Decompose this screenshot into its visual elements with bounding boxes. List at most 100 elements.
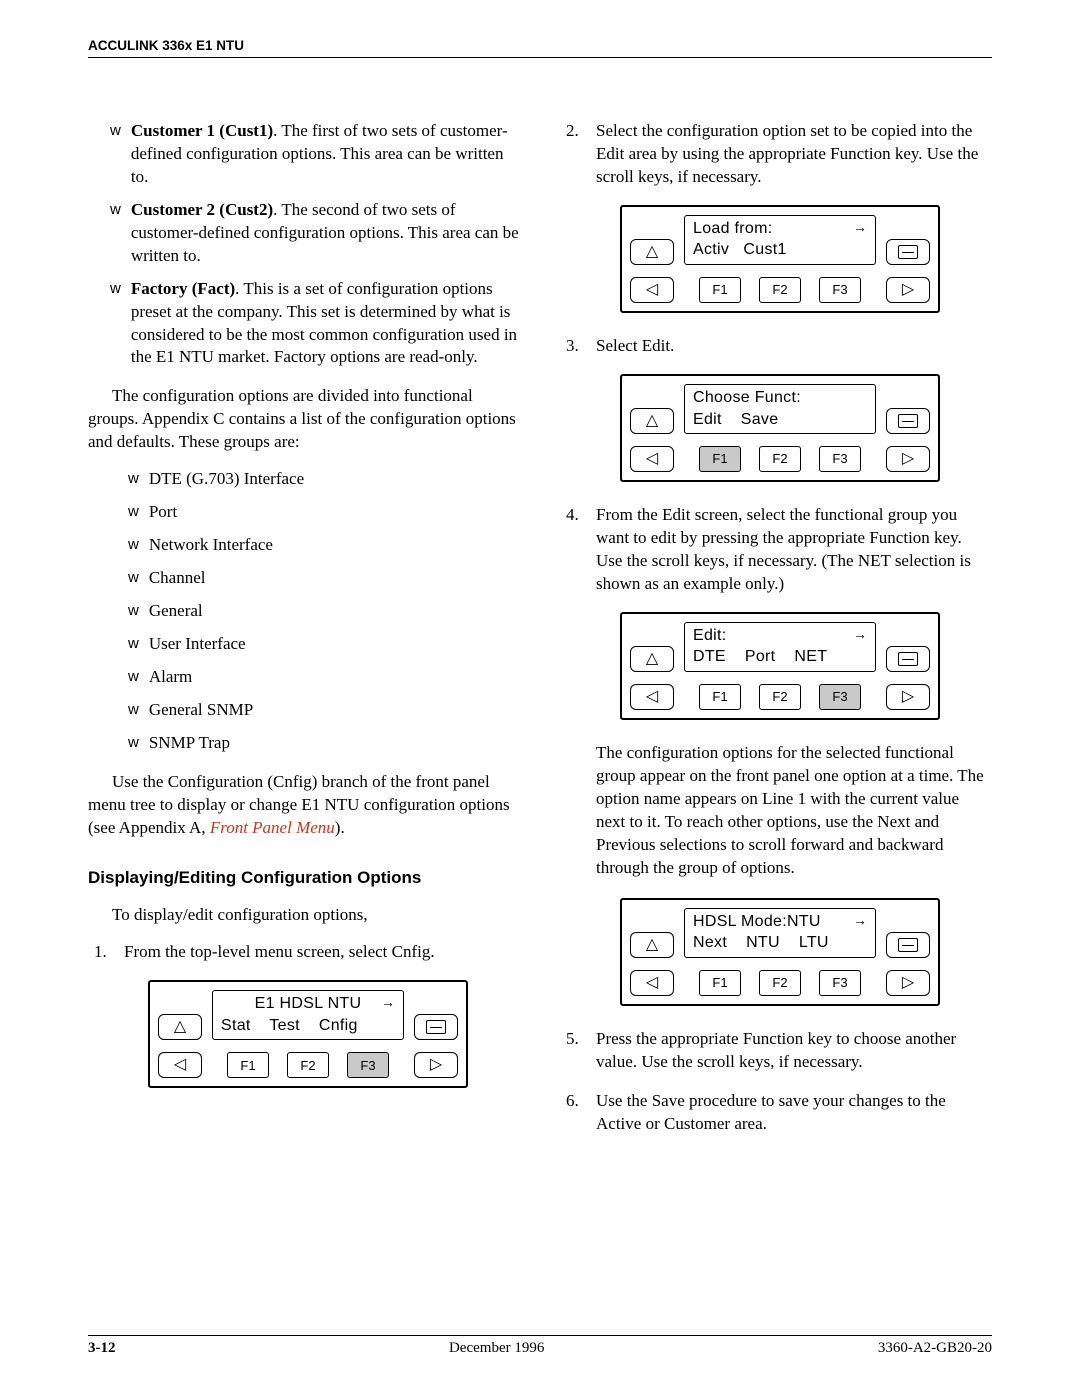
lcd-line1: Edit: [693,625,867,647]
lcd-line2: Edit Save [693,409,867,431]
f1-key[interactable]: F1 [699,684,741,710]
triangle-left-icon [646,282,658,298]
bullet-icon: w [110,199,121,220]
triangle-right-icon [902,282,914,298]
f1-key[interactable]: F1 [699,446,741,472]
group-name: Alarm [149,666,520,689]
f1-key[interactable]: F1 [699,970,741,996]
lcd-line2: Next NTU LTU [693,932,867,954]
left-key[interactable] [630,970,674,996]
exit-key[interactable] [886,646,930,672]
lcd-screen: → E1 HDSL NTU Stat Test Cnfig [212,990,404,1040]
right-column: Select the configuration option set to b… [560,120,992,1152]
bullet-icon: w [128,600,139,621]
f1-key[interactable]: F1 [699,277,741,303]
right-key[interactable] [886,970,930,996]
step-text: Select Edit. [596,335,992,358]
lcd-screen: → Edit: DTE Port NET [684,622,876,672]
scroll-arrow-icon: → [853,625,867,644]
triangle-up-icon [646,413,658,429]
step-text: Press the appropriate Function key to ch… [596,1028,992,1074]
f2-key[interactable]: F2 [759,277,801,303]
scroll-arrow-icon: → [381,993,395,1012]
right-steps: Select the configuration option set to b… [560,120,992,1136]
bullet-icon: w [128,732,139,753]
f2-key[interactable]: F2 [759,684,801,710]
doc-number: 3360-A2-GB20-20 [878,1340,992,1357]
exit-icon [898,938,918,952]
exit-key[interactable] [886,932,930,958]
step-6: Use the Save procedure to save your chan… [560,1090,992,1136]
triangle-right-icon [902,451,914,467]
list-item: w Customer 2 (Cust2). The second of two … [88,199,520,268]
running-header: ACCULINK 336x E1 NTU [88,38,992,58]
up-key[interactable] [630,932,674,958]
bullet-icon: w [110,120,121,141]
list-item: wGeneral SNMP [88,699,520,722]
lcd-screen: → Load from: Activ Cust1 [684,215,876,265]
list-item: wPort [88,501,520,524]
step-text: From the Edit screen, select the functio… [596,504,992,596]
f2-key[interactable]: F2 [287,1052,329,1078]
lcd-panel-top-menu: → E1 HDSL NTU Stat Test Cnfig F1 F2 [148,980,468,1088]
group-name: General [149,600,520,623]
right-key[interactable] [886,277,930,303]
left-key[interactable] [630,446,674,472]
triangle-right-icon [902,975,914,991]
step-1: From the top-level menu screen, select C… [88,941,520,1088]
f3-key[interactable]: F3 [347,1052,389,1078]
f1-key[interactable]: F1 [227,1052,269,1078]
scroll-arrow-icon: → [853,218,867,237]
triangle-up-icon [174,1019,186,1035]
footer-date: December 1996 [449,1340,544,1357]
triangle-left-icon [646,975,658,991]
right-key[interactable] [414,1052,458,1078]
step-text: Select the configuration option set to b… [596,120,992,189]
list-item: w Factory (Fact). This is a set of confi… [88,278,520,370]
step-3: Select Edit. Choose Funct: Edit Save [560,335,992,482]
left-key[interactable] [630,277,674,303]
use-cnfig-paragraph: Use the Configuration (Cnfig) branch of … [88,771,520,840]
up-key[interactable] [630,239,674,265]
lcd-line2: Stat Test Cnfig [221,1015,395,1037]
item-label: Customer 2 (Cust2) [131,200,273,219]
f3-key[interactable]: F3 [819,684,861,710]
left-key[interactable] [158,1052,202,1078]
exit-key[interactable] [886,239,930,265]
up-key[interactable] [630,646,674,672]
group-name: User Interface [149,633,520,656]
up-key[interactable] [630,408,674,434]
left-key[interactable] [630,684,674,710]
exit-icon [898,652,918,666]
right-key[interactable] [886,446,930,472]
step-4: From the Edit screen, select the functio… [560,504,992,1006]
f2-key[interactable]: F2 [759,446,801,472]
bullet-icon: w [128,501,139,522]
lcd-line2: DTE Port NET [693,646,867,668]
up-key[interactable] [158,1014,202,1040]
list-item: w Alarm [88,666,520,689]
lcd-screen: Choose Funct: Edit Save [684,384,876,434]
bullet-icon: w [128,534,139,555]
list-item: w User Interface [88,633,520,656]
bullet-icon: w [128,633,139,654]
group-name: SNMP Trap [149,732,520,755]
left-column: w Customer 1 (Cust1). The first of two s… [88,120,520,1152]
f3-key[interactable]: F3 [819,446,861,472]
f3-key[interactable]: F3 [819,277,861,303]
exit-key[interactable] [414,1014,458,1040]
exit-key[interactable] [886,408,930,434]
right-key[interactable] [886,684,930,710]
front-panel-menu-link[interactable]: Front Panel Menu [210,818,335,837]
lcd-line1: HDSL Mode:NTU [693,911,867,933]
left-steps: From the top-level menu screen, select C… [88,941,520,1088]
config-area-list: w Customer 1 (Cust1). The first of two s… [88,120,520,369]
groups-list: wDTE (G.703) Interface wPort wNetwork In… [88,468,520,754]
list-item: wChannel [88,567,520,590]
bullet-icon: w [128,666,139,687]
f2-key[interactable]: F2 [759,970,801,996]
triangle-left-icon [646,451,658,467]
f3-key[interactable]: F3 [819,970,861,996]
exit-icon [898,245,918,259]
lcd-panel-hdsl-mode: → HDSL Mode:NTU Next NTU LTU F1 F2 [620,898,940,1006]
